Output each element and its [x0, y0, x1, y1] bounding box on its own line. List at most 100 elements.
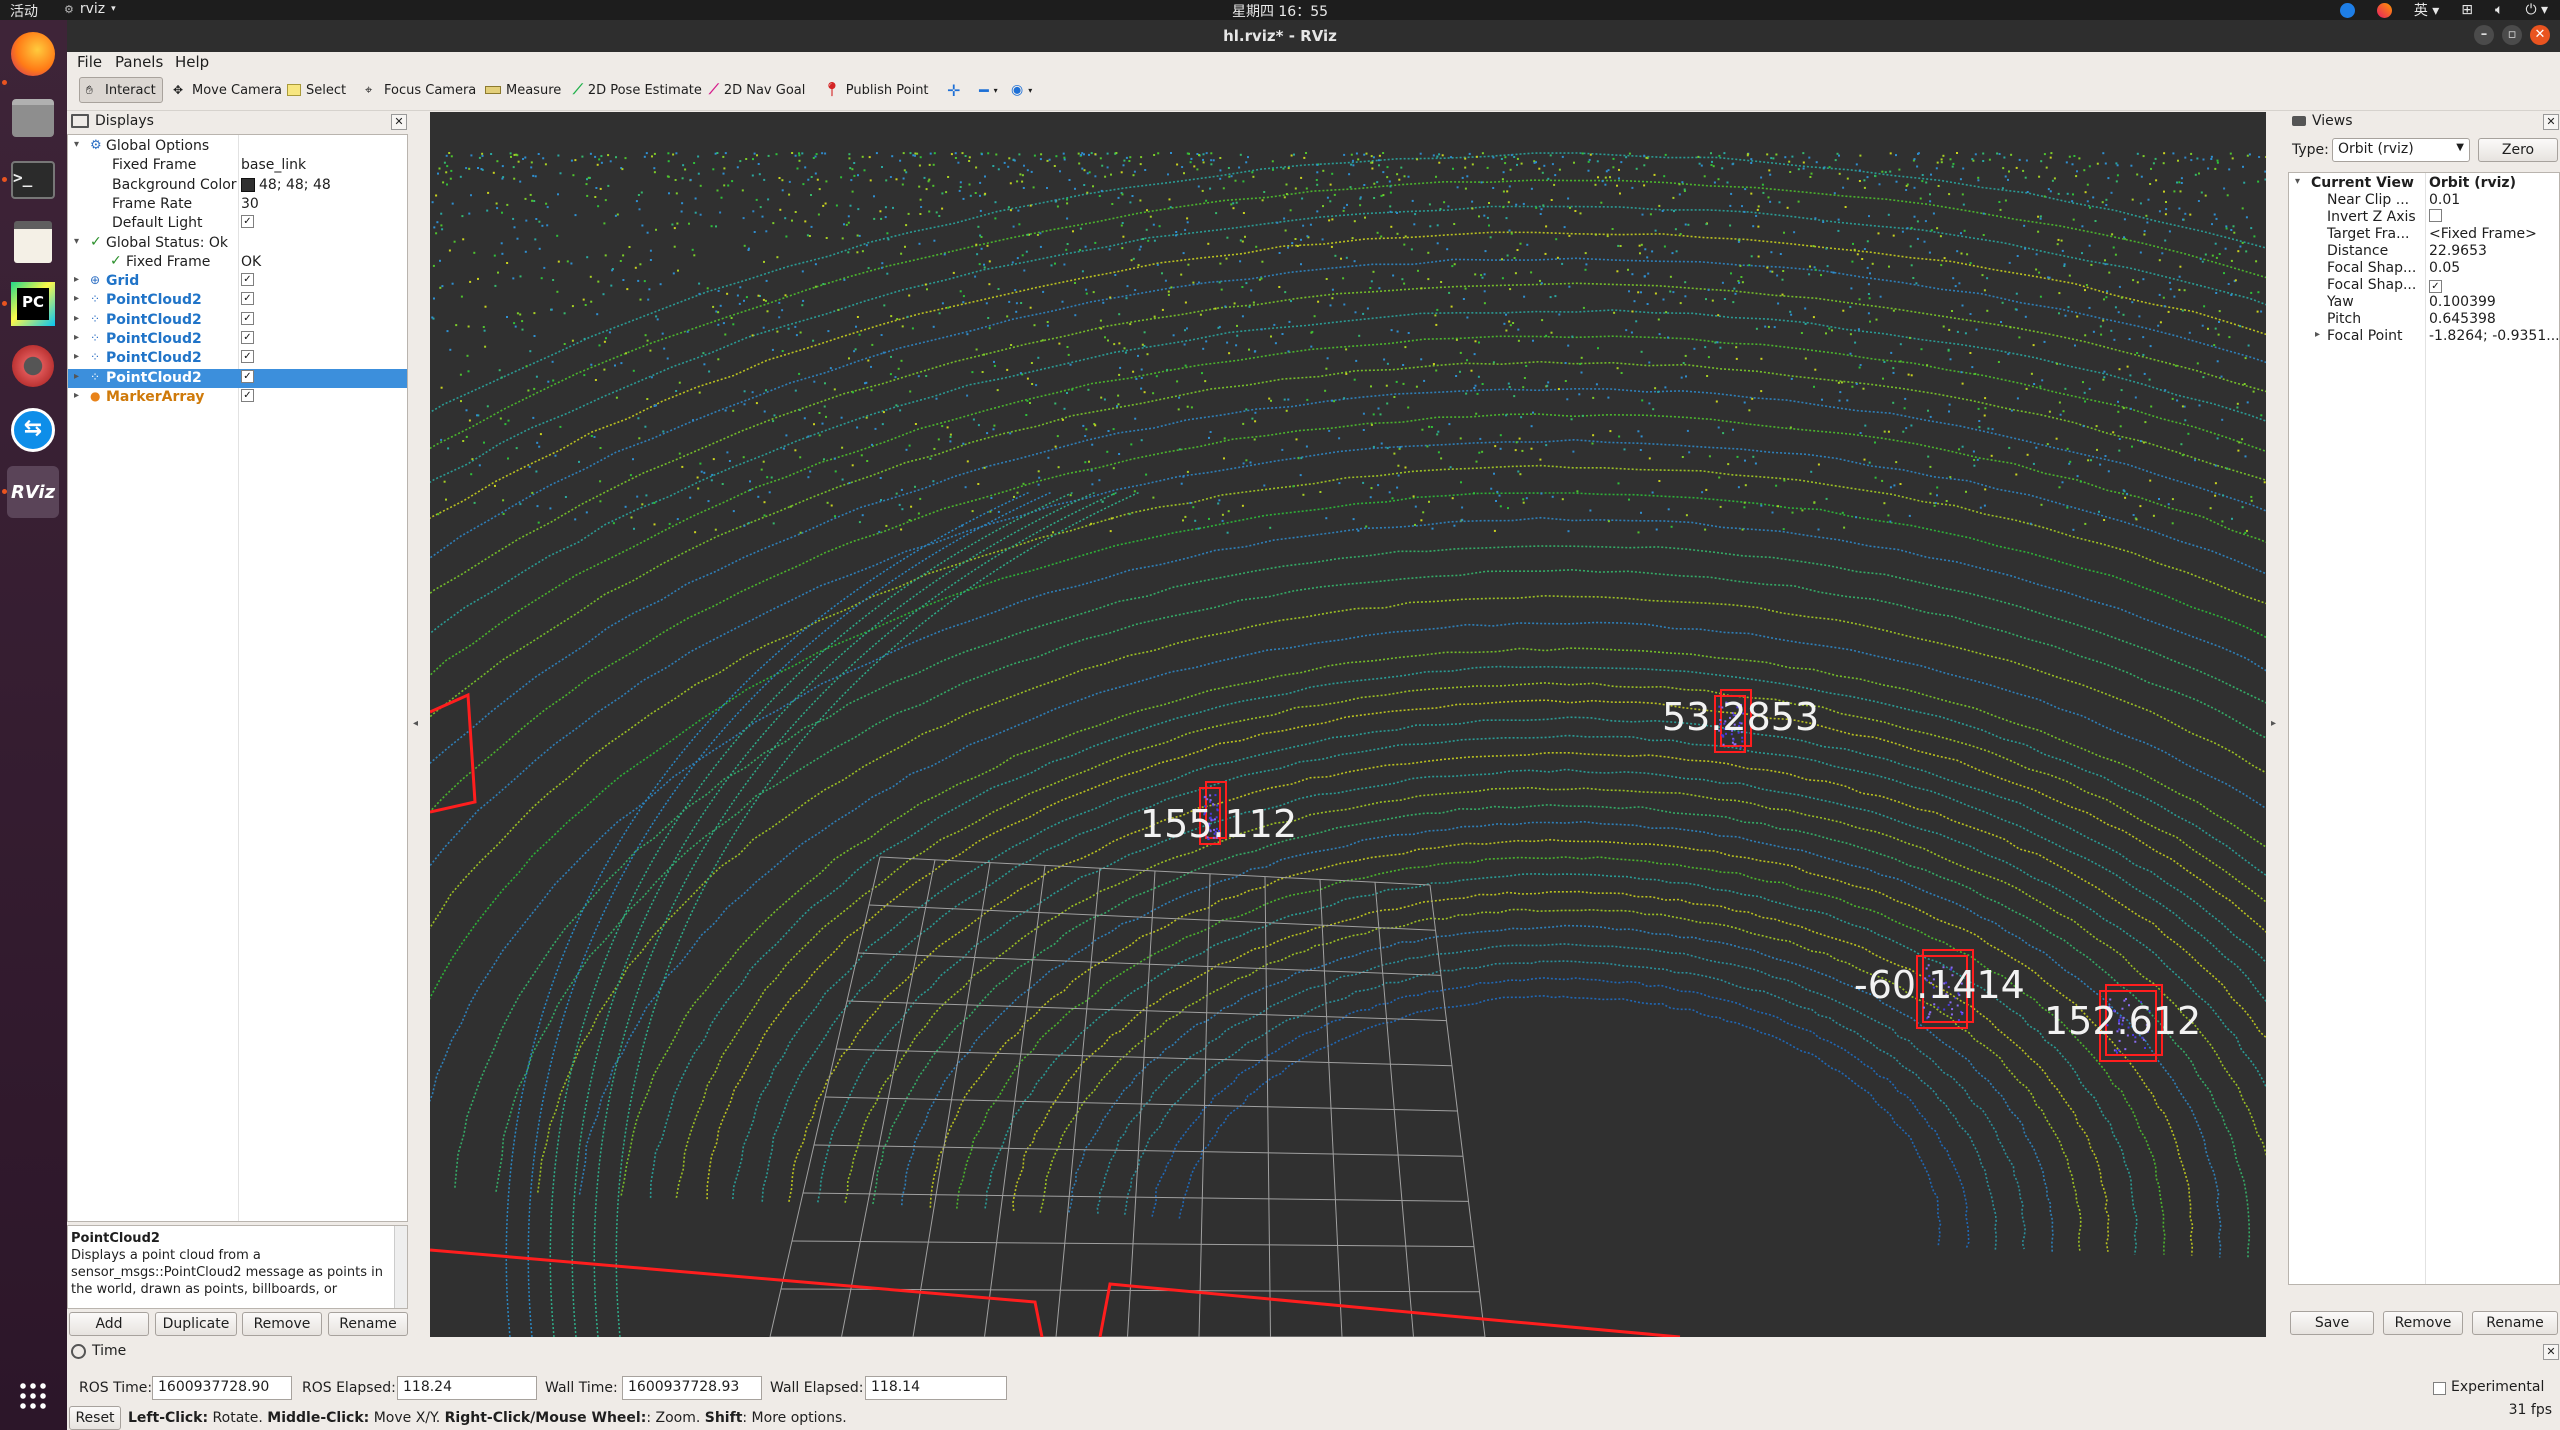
- view-type-select[interactable]: Orbit (rviz) ▼: [2332, 138, 2470, 162]
- display-enabled-checkbox[interactable]: ✓: [241, 331, 254, 344]
- add-tool-button[interactable]: ✛: [941, 77, 966, 103]
- rename-view-button[interactable]: Rename: [2472, 1311, 2558, 1335]
- scene-3d[interactable]: 53.2853155.112-60.1414152.612: [430, 112, 2266, 1337]
- add-display-button[interactable]: Add: [69, 1312, 149, 1336]
- terminal-icon[interactable]: >_: [7, 154, 59, 206]
- tree-frame-rate[interactable]: Frame Rate 30: [68, 195, 407, 214]
- view-prop-checkbox[interactable]: [2429, 209, 2442, 222]
- view-prop-value[interactable]: 0.01: [2429, 192, 2460, 208]
- reset-button[interactable]: Reset: [69, 1406, 121, 1430]
- tree-default-light-value[interactable]: ✓: [241, 215, 254, 229]
- remove-view-button[interactable]: Remove: [2383, 1311, 2463, 1335]
- app-menu[interactable]: ⚙ rviz ▾: [64, 1, 116, 17]
- view-prop-value[interactable]: 0.05: [2429, 260, 2460, 276]
- expand-arrow-icon[interactable]: ▾: [74, 236, 79, 247]
- menu-help[interactable]: Help: [175, 53, 209, 71]
- duplicate-display-button[interactable]: Duplicate: [155, 1312, 237, 1336]
- firefox-icon[interactable]: [7, 28, 59, 80]
- render-viewport[interactable]: 53.2853 155.112 -60.1414 152.612: [430, 112, 2266, 1337]
- activities-button[interactable]: 活动: [10, 1, 38, 21]
- rename-display-button[interactable]: Rename: [328, 1312, 408, 1336]
- remove-display-button[interactable]: Remove: [242, 1312, 322, 1336]
- view-prop-checkbox[interactable]: ✓: [2429, 280, 2442, 293]
- tree-global-status[interactable]: ▾ ✓ Global Status: Ok: [68, 234, 407, 253]
- nav-goal-tool-button[interactable]: ⟋ 2D Nav Goal: [703, 77, 811, 103]
- view-prop-row[interactable]: Distance 22.9653: [2289, 243, 2559, 260]
- view-prop-value[interactable]: [2429, 209, 2442, 226]
- remove-tool-button[interactable]: ━ ▾: [973, 77, 1004, 103]
- text-editor-icon[interactable]: [7, 216, 59, 268]
- tool-properties-button[interactable]: ◉ ▾: [1005, 77, 1038, 103]
- experimental-checkbox[interactable]: [2433, 1382, 2446, 1395]
- collapse-arrow-icon[interactable]: ▸: [74, 332, 79, 343]
- pycharm-icon[interactable]: PC: [7, 278, 59, 330]
- collapse-left-icon[interactable]: ◂: [413, 718, 418, 729]
- rviz-icon[interactable]: RViz: [7, 466, 59, 518]
- collapse-arrow-icon[interactable]: ▸: [74, 390, 79, 401]
- collapse-right-icon[interactable]: ▸: [2271, 718, 2276, 729]
- display-enabled-checkbox[interactable]: ✓: [241, 311, 254, 325]
- close-button[interactable]: ✕: [2530, 25, 2550, 45]
- tree-display-grid-0[interactable]: ▸ ⊕ ✓ Grid: [68, 272, 407, 291]
- view-prop-row[interactable]: Focal Shap... ✓: [2289, 277, 2559, 294]
- tree-status-fixed-frame[interactable]: ✓ Fixed Frame OK: [68, 253, 407, 272]
- settings-icon[interactable]: [7, 340, 59, 392]
- ros-time-field[interactable]: 1600937728.90: [152, 1376, 292, 1400]
- minimize-button[interactable]: –: [2474, 25, 2494, 45]
- view-prop-row[interactable]: Near Clip ... 0.01: [2289, 192, 2559, 209]
- focus-camera-tool-button[interactable]: ⌖ Focus Camera: [359, 77, 482, 103]
- expand-arrow-icon[interactable]: ▾: [74, 139, 79, 150]
- ros-elapsed-field[interactable]: 118.24: [397, 1376, 537, 1400]
- tree-fixed-frame[interactable]: Fixed Frame base_link: [68, 156, 407, 175]
- tree-background-color[interactable]: Background Color 48; 48; 48: [68, 176, 407, 195]
- tree-frame-rate-value[interactable]: 30: [241, 196, 259, 212]
- view-prop-row[interactable]: Yaw 0.100399: [2289, 294, 2559, 311]
- collapse-arrow-icon[interactable]: ▸: [74, 313, 79, 324]
- color-picker-tray-icon[interactable]: [2376, 2, 2392, 18]
- zero-view-button[interactable]: Zero: [2478, 138, 2558, 162]
- collapse-arrow-icon[interactable]: ▸: [74, 293, 79, 304]
- view-prop-row[interactable]: Target Fra... <Fixed Frame>: [2289, 226, 2559, 243]
- tree-display-pointcloud2-2[interactable]: ▸ ⁘ ✓ PointCloud2: [68, 311, 407, 330]
- power-icon[interactable]: ⏻ ▾: [2525, 2, 2548, 18]
- collapse-arrow-icon[interactable]: ▸: [2315, 329, 2320, 340]
- default-light-checkbox[interactable]: ✓: [241, 215, 254, 229]
- tree-display-pointcloud2-1[interactable]: ▸ ⁘ ✓ PointCloud2: [68, 291, 407, 310]
- description-scrollbar[interactable]: [394, 1226, 407, 1308]
- tree-global-options[interactable]: ▾ ⚙ Global Options: [68, 137, 407, 156]
- menu-file[interactable]: File: [77, 53, 102, 71]
- view-prop-value[interactable]: 0.645398: [2429, 311, 2496, 327]
- views-close-button[interactable]: ✕: [2543, 114, 2559, 130]
- tree-default-light[interactable]: Default Light ✓: [68, 214, 407, 233]
- view-prop-value[interactable]: -1.8264; -0.9351...: [2429, 328, 2559, 344]
- view-prop-value[interactable]: <Fixed Frame>: [2429, 226, 2537, 242]
- input-method-indicator[interactable]: 英 ▾: [2414, 0, 2439, 20]
- display-enabled-checkbox[interactable]: ✓: [241, 350, 254, 364]
- select-tool-button[interactable]: Select: [281, 77, 352, 103]
- network-icon[interactable]: ⊞: [2461, 2, 2473, 18]
- collapse-arrow-icon[interactable]: ▸: [74, 274, 79, 285]
- tree-display-pointcloud2-5[interactable]: ▸ ⁘ ✓ PointCloud2: [68, 368, 407, 388]
- display-enabled-checkbox[interactable]: ✓: [241, 388, 254, 402]
- view-prop-row[interactable]: ▸ Focal Point -1.8264; -0.9351...: [2289, 328, 2559, 345]
- right-splitter[interactable]: ▸: [2270, 112, 2278, 1337]
- display-enabled-checkbox[interactable]: ✓: [241, 273, 254, 287]
- collapse-arrow-icon[interactable]: ▸: [74, 351, 79, 362]
- tree-status-fixed-frame-value[interactable]: OK: [241, 254, 261, 270]
- wall-time-field[interactable]: 1600937728.93: [622, 1376, 762, 1400]
- maximize-button[interactable]: ▫: [2502, 25, 2522, 45]
- publish-point-tool-button[interactable]: 📍︎ Publish Point: [817, 77, 935, 103]
- view-prop-row[interactable]: Invert Z Axis: [2289, 209, 2559, 226]
- tree-fixed-frame-value[interactable]: base_link: [241, 157, 306, 173]
- view-prop-value[interactable]: 22.9653: [2429, 243, 2487, 259]
- clock[interactable]: 星期四 16：55: [0, 1, 2560, 21]
- move-camera-tool-button[interactable]: ✥ Move Camera: [167, 77, 288, 103]
- collapse-arrow-icon[interactable]: ▸: [74, 371, 79, 382]
- apps-grid-icon[interactable]: [7, 1370, 59, 1422]
- left-splitter[interactable]: ◂: [413, 112, 422, 1337]
- teamviewer-icon[interactable]: ⇆: [7, 404, 59, 456]
- menu-panels[interactable]: Panels: [115, 53, 163, 71]
- teamviewer-tray-icon[interactable]: [2339, 2, 2355, 18]
- view-prop-row[interactable]: Pitch 0.645398: [2289, 311, 2559, 328]
- color-swatch[interactable]: [241, 177, 255, 192]
